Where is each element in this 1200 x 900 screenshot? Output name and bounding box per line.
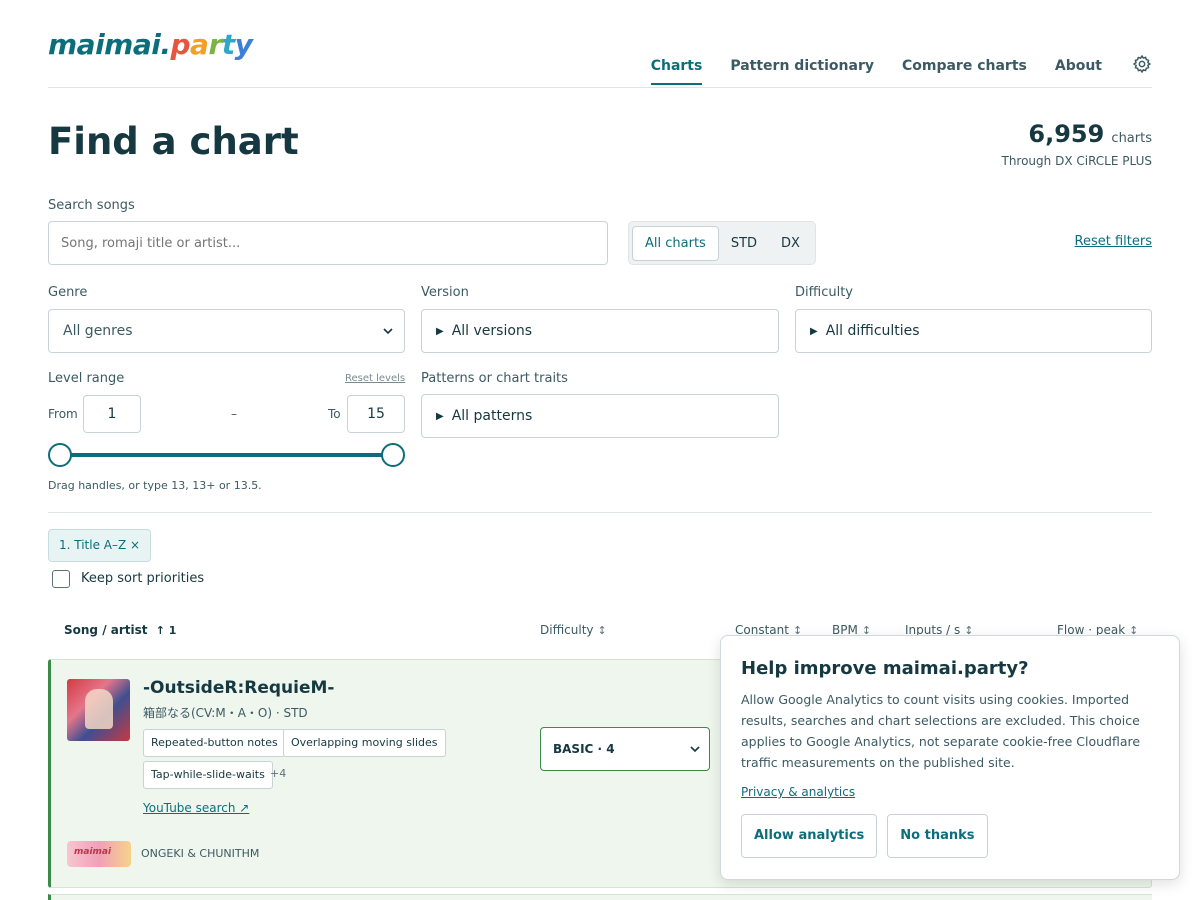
disclosure-triangle-icon: ▶ <box>436 410 444 422</box>
chevron-down-icon <box>690 746 700 753</box>
filters-divider <box>48 512 1152 513</box>
logo-letter: a <box>190 28 209 61</box>
header-divider <box>48 87 1152 88</box>
allow-analytics-button[interactable]: Allow analytics <box>741 814 878 858</box>
sort-icon: ↕ <box>597 624 607 637</box>
reset-levels-link[interactable]: Reset levels <box>345 373 405 384</box>
search-input[interactable] <box>48 221 608 265</box>
site-logo[interactable]: maimai.party <box>48 28 253 61</box>
version-select-value: All versions <box>451 323 533 339</box>
chart-type-dx[interactable]: DX <box>769 227 812 260</box>
pattern-tag[interactable]: Repeated-button notes <box>143 729 286 757</box>
pattern-tag[interactable]: Overlapping moving slides <box>283 729 446 757</box>
genre-select-value: All genres <box>63 323 133 339</box>
song-artist: 箱部なる(CV:M・A・O) · STD <box>143 706 308 720</box>
logo-letter: t <box>221 28 235 61</box>
level-to-label: To <box>328 407 341 421</box>
privacy-analytics-link[interactable]: Privacy & analytics <box>741 785 855 799</box>
consent-buttons: Allow analytics No thanks <box>741 814 1159 858</box>
genre-label: Genre <box>48 285 88 300</box>
logo-text: maimai. <box>48 28 171 61</box>
search-label: Search songs <box>48 198 135 213</box>
disclosure-triangle-icon: ▶ <box>810 325 818 337</box>
difficulty-select[interactable]: ▶ All difficulties <box>795 309 1152 353</box>
sort-ascending-icon: ↑ 1 <box>155 624 177 637</box>
reset-filters-link[interactable]: Reset filters <box>1075 234 1152 249</box>
youtube-search-link[interactable]: YouTube search ↗ <box>143 801 249 815</box>
maimai-logo-mark: maimai <box>74 847 112 857</box>
main-nav: Charts Pattern dictionary Compare charts… <box>623 54 1152 85</box>
no-thanks-button[interactable]: No thanks <box>887 814 988 858</box>
pattern-tag[interactable]: Tap-while-slide-waits <box>143 761 273 789</box>
difficulty-label: Difficulty <box>795 285 853 300</box>
version-select[interactable]: ▶ All versions <box>421 309 779 353</box>
consent-body: Allow Google Analytics to count visits u… <box>741 692 1141 770</box>
level-slider-track[interactable] <box>60 453 393 457</box>
level-slider-min-handle[interactable] <box>48 443 72 467</box>
chart-count-version: Through DX CiRCLE PLUS <box>1001 154 1152 168</box>
chart-type-all[interactable]: All charts <box>632 225 719 261</box>
song-title[interactable]: -OutsideR:RequieM- <box>143 678 335 698</box>
level-from-input[interactable]: 1 <box>83 395 141 433</box>
nav-about[interactable]: About <box>1055 58 1102 85</box>
column-header-song-label: Song / artist <box>64 623 148 637</box>
keep-sort-checkbox[interactable] <box>52 570 70 588</box>
level-to-input[interactable]: 15 <box>347 395 405 433</box>
song-jacket-image <box>67 679 130 741</box>
column-header-difficulty[interactable]: Difficulty ↕ <box>540 623 607 637</box>
disclosure-triangle-icon: ▶ <box>436 325 444 337</box>
nav-charts[interactable]: Charts <box>650 58 703 85</box>
level-range-label: Level range <box>48 371 125 386</box>
version-label: Version <box>421 285 469 300</box>
logo-letter: r <box>208 28 222 61</box>
difficulty-dropdown[interactable]: BASIC · 4 <box>540 727 710 771</box>
column-header-song[interactable]: Song / artist ↑ 1 <box>64 623 176 637</box>
nav-compare-charts[interactable]: Compare charts <box>902 58 1027 85</box>
patterns-select-value: All patterns <box>451 408 533 424</box>
level-from-label: From <box>48 407 78 421</box>
logo-letter: p <box>170 28 191 61</box>
chart-count-number: 6,959 <box>1028 120 1105 148</box>
other-games-label: ONGEKI & CHUNITHM <box>141 847 260 860</box>
chart-count: 6,959 charts Through DX CiRCLE PLUS <box>1001 120 1152 168</box>
genre-select[interactable]: All genres <box>48 309 405 353</box>
gear-icon[interactable] <box>1132 54 1152 74</box>
difficulty-select-value: All difficulties <box>825 323 920 339</box>
page-title: Find a chart <box>48 120 299 163</box>
analytics-consent-dialog: Help improve maimai.party? Allow Google … <box>720 635 1180 880</box>
nav-pattern-dictionary[interactable]: Pattern dictionary <box>730 58 874 85</box>
more-tags-count[interactable]: +4 <box>270 767 286 780</box>
chevron-down-icon <box>383 328 393 335</box>
difficulty-dropdown-value: BASIC · 4 <box>553 742 615 756</box>
keep-sort-label: Keep sort priorities <box>81 571 205 586</box>
chart-type-toggle: All charts STD DX <box>628 221 816 265</box>
logo-letter: y <box>234 28 253 61</box>
level-slider-max-handle[interactable] <box>381 443 405 467</box>
chart-count-unit: charts <box>1111 131 1152 146</box>
chart-type-std[interactable]: STD <box>719 227 769 260</box>
level-range-dash: – <box>231 407 237 421</box>
patterns-select[interactable]: ▶ All patterns <box>421 394 779 438</box>
sort-chip[interactable]: 1. Title A–Z × <box>48 529 152 562</box>
table-row[interactable] <box>48 894 1152 900</box>
patterns-label: Patterns or chart traits <box>421 371 568 386</box>
level-range-hint: Drag handles, or type 13, 13+ or 13.5. <box>48 479 262 492</box>
consent-title: Help improve maimai.party? <box>741 658 1029 679</box>
column-header-difficulty-label: Difficulty <box>540 623 594 637</box>
